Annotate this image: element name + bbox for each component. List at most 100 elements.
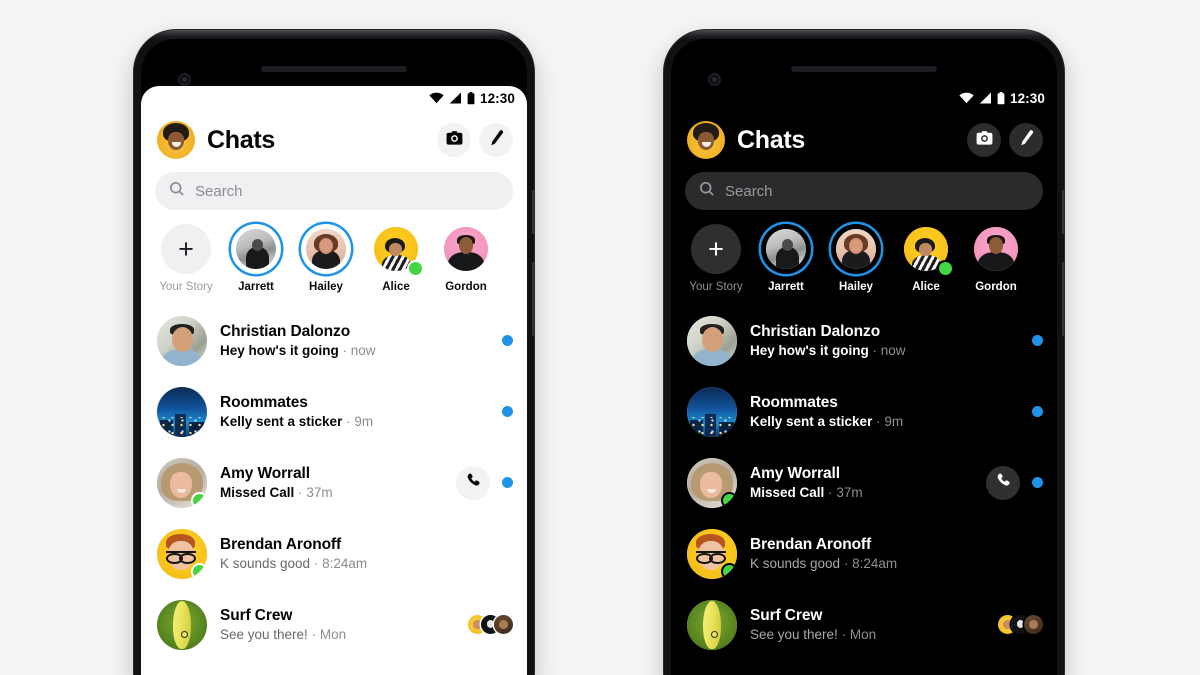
search-input[interactable]: Search <box>685 172 1043 210</box>
chat-avatar[interactable] <box>157 528 207 579</box>
unread-indicator-dot <box>1032 335 1043 346</box>
profile-avatar[interactable] <box>157 121 195 159</box>
unread-indicator-dot <box>502 335 513 346</box>
chat-row-actions <box>1032 335 1043 346</box>
app-header: Chats <box>671 110 1057 168</box>
chat-list-item[interactable]: Roommates Kelly sent a sticker · 9m <box>671 376 1057 447</box>
story-item-jarrett[interactable]: Jarrett <box>221 224 291 293</box>
chat-avatar[interactable] <box>687 457 737 508</box>
chat-preview: Missed Call · 37m <box>750 485 973 500</box>
story-label: Your Story <box>159 281 213 293</box>
chat-preview: K sounds good · 8:24am <box>220 556 500 571</box>
chat-name: Amy Worrall <box>750 465 840 482</box>
chat-timestamp: now <box>350 343 376 358</box>
story-item-hailey[interactable]: Hailey <box>291 224 361 293</box>
chat-avatar[interactable] <box>157 599 207 650</box>
story-item-jarrett[interactable]: Jarrett <box>751 224 821 293</box>
chat-timestamp: 9m <box>884 414 904 429</box>
chat-row-actions <box>986 465 1043 500</box>
profile-avatar[interactable] <box>687 121 725 159</box>
story-label: Alice <box>382 281 410 293</box>
earpiece-speaker-icon <box>791 66 937 72</box>
search-input[interactable]: Search <box>155 172 513 210</box>
chat-timestamp: 37m <box>306 485 333 500</box>
pencil-icon <box>1017 129 1035 152</box>
story-avatar <box>301 224 351 274</box>
story-label: Hailey <box>839 281 873 293</box>
unread-indicator-dot <box>502 477 513 488</box>
story-item-alice[interactable]: Alice <box>361 224 431 293</box>
chat-list-item[interactable]: Christian Dalonzo Hey how's it going · no… <box>671 305 1057 376</box>
power-button[interactable] <box>1062 190 1064 234</box>
chat-avatar[interactable] <box>157 315 207 366</box>
story-avatar <box>971 224 1021 274</box>
chat-name: Brendan Aronoff <box>220 536 342 553</box>
chat-snippet: K sounds good <box>220 556 311 571</box>
call-back-button[interactable] <box>456 465 490 500</box>
online-status-dot <box>723 493 736 507</box>
phone-icon <box>465 472 481 493</box>
call-back-button[interactable] <box>986 465 1020 500</box>
header-actions <box>437 123 513 157</box>
chat-list-item[interactable]: Brendan Aronoff K sounds good · 8:24am <box>671 518 1057 589</box>
plus-icon: + <box>161 224 211 274</box>
online-status-dot <box>193 493 206 507</box>
status-bar-clock: 12:30 <box>1009 90 1045 106</box>
chat-list-item[interactable]: Surf Crew See you there! · Mon <box>671 589 1057 660</box>
volume-button[interactable] <box>532 262 534 336</box>
front-camera-icon <box>708 73 721 86</box>
chat-preview: Kelly sent a sticker · 9m <box>220 414 489 429</box>
chat-separator: · <box>346 414 351 429</box>
status-bar-clock: 12:30 <box>479 90 515 106</box>
volume-button[interactable] <box>1062 262 1064 336</box>
phone-frame: 12:30 Chats Search + Your Story Jarrett … <box>134 30 534 675</box>
phone-screen: 12:30 Chats Search + Your Story Jarrett … <box>141 86 527 675</box>
chat-list-item[interactable]: Amy Worrall Missed Call · 37m <box>671 447 1057 518</box>
chat-text-block: Brendan Aronoff K sounds good · 8:24am <box>750 536 1030 571</box>
chat-avatar[interactable] <box>687 386 737 437</box>
chat-list-item[interactable]: Roommates Kelly sent a sticker · 9m <box>141 376 527 447</box>
search-icon <box>169 181 185 202</box>
phone-light: 12:30 Chats Search + Your Story Jarrett … <box>134 30 534 675</box>
story-item-gordon[interactable]: Gordon <box>431 224 501 293</box>
chat-row-actions <box>468 615 513 634</box>
chat-avatar[interactable] <box>157 457 207 508</box>
chat-avatar[interactable] <box>687 315 737 366</box>
cellular-signal-icon <box>449 92 462 104</box>
chat-snippet: Hey how's it going <box>220 343 339 358</box>
search-icon <box>699 181 715 202</box>
camera-button[interactable] <box>437 123 471 157</box>
chat-timestamp: Mon <box>849 627 877 642</box>
chat-list-item[interactable]: Amy Worrall Missed Call · 37m <box>141 447 527 518</box>
story-item-your-story[interactable]: + Your Story <box>151 224 221 293</box>
unread-indicator-dot <box>502 406 513 417</box>
chat-avatar[interactable] <box>157 386 207 437</box>
chat-separator: · <box>876 414 881 429</box>
chat-list-item[interactable]: Surf Crew See you there! · Mon <box>141 589 527 660</box>
story-item-your-story[interactable]: + Your Story <box>681 224 751 293</box>
chat-avatar[interactable] <box>687 528 737 579</box>
chat-list-item[interactable]: Christian Dalonzo Hey how's it going · no… <box>141 305 527 376</box>
chat-snippet: See you there! <box>750 627 838 642</box>
chat-separator: · <box>311 627 317 642</box>
group-participants-avatars <box>998 615 1043 634</box>
status-bar: 12:30 <box>671 86 1057 110</box>
chat-separator: · <box>843 556 849 571</box>
chat-preview: Hey how's it going · now <box>220 343 489 358</box>
search-section: Search <box>671 168 1057 210</box>
story-item-alice[interactable]: Alice <box>891 224 961 293</box>
chat-list-item[interactable]: Brendan Aronoff K sounds good · 8:24am <box>141 518 527 589</box>
story-item-gordon[interactable]: Gordon <box>961 224 1031 293</box>
chat-row-actions <box>998 615 1043 634</box>
camera-button[interactable] <box>967 123 1001 157</box>
chat-timestamp: 8:24am <box>852 556 898 571</box>
new-message-button[interactable] <box>1009 123 1043 157</box>
story-item-hailey[interactable]: Hailey <box>821 224 891 293</box>
chat-name: Christian Dalonzo <box>750 323 881 340</box>
story-label: Your Story <box>689 281 743 293</box>
chat-separator: · <box>828 485 833 500</box>
chat-text-block: Surf Crew See you there! · Mon <box>220 607 455 642</box>
new-message-button[interactable] <box>479 123 513 157</box>
power-button[interactable] <box>532 190 534 234</box>
chat-avatar[interactable] <box>687 599 737 650</box>
